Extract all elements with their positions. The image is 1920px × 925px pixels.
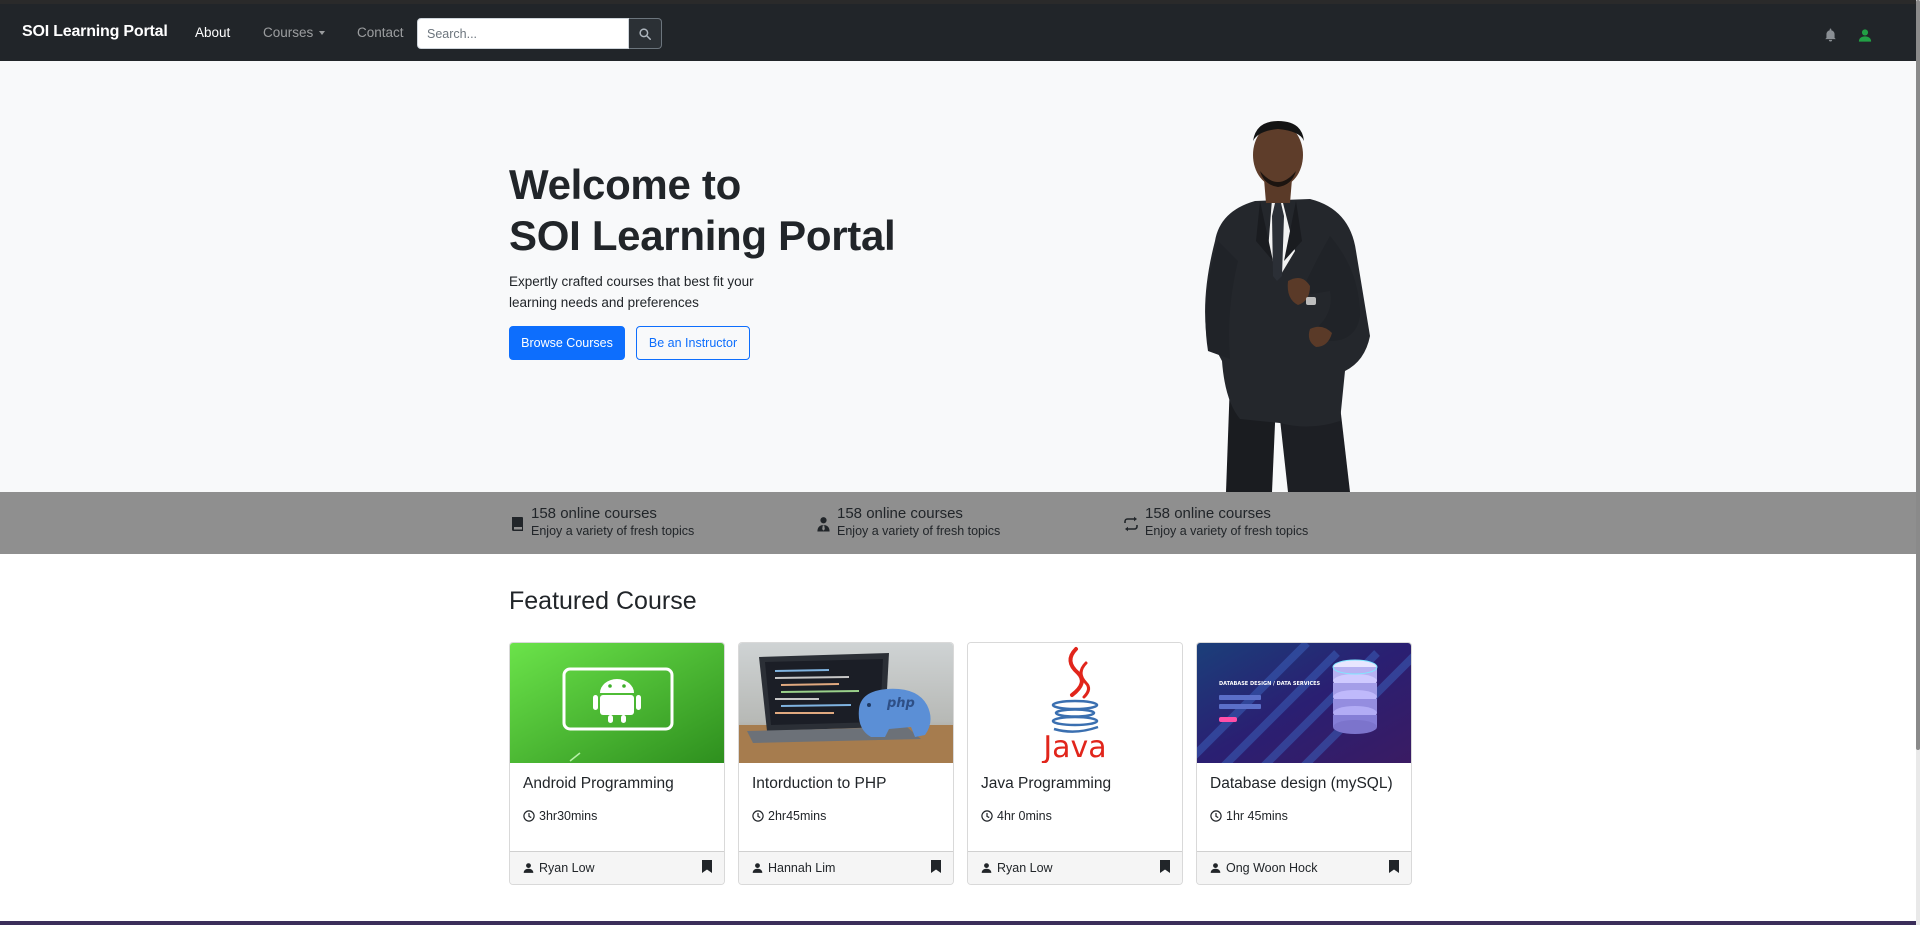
hero-title-line1: Welcome to xyxy=(509,161,741,208)
person-icon xyxy=(981,862,992,874)
course-title[interactable]: Database design (mySQL) xyxy=(1210,775,1393,793)
java-logo-text: Java xyxy=(1041,730,1106,763)
duration-text: 1hr 45mins xyxy=(1226,809,1288,823)
author-name: Ryan Low xyxy=(997,861,1053,875)
nav-courses-label: Courses xyxy=(263,25,314,40)
hero-title-line2: SOI Learning Portal xyxy=(509,212,896,259)
search-input[interactable] xyxy=(417,18,629,49)
scrollbar-thumb[interactable] xyxy=(1916,0,1920,750)
card-footer: Ryan Low xyxy=(968,851,1182,884)
database-illustration-image: DATABASE DESIGN / DATA SERVICES xyxy=(1197,643,1411,763)
duration-text: 3hr30mins xyxy=(539,809,598,823)
search-form xyxy=(417,18,662,49)
stat-item: 158 online courses Enjoy a variety of fr… xyxy=(509,505,694,540)
person-icon xyxy=(752,862,763,874)
course-title[interactable]: Android Programming xyxy=(523,775,674,793)
person-icon xyxy=(1210,862,1221,874)
card-footer: Ryan Low xyxy=(510,851,724,884)
course-author: Ong Woon Hock xyxy=(1210,861,1317,875)
course-thumbnail: php xyxy=(739,643,953,763)
clock-icon xyxy=(523,810,535,822)
course-thumbnail: DATABASE DESIGN / DATA SERVICES xyxy=(1197,643,1411,763)
author-name: Hannah Lim xyxy=(768,861,836,875)
stat-item: 158 online courses Enjoy a variety of fr… xyxy=(815,505,1000,540)
stat-text: 158 online courses Enjoy a variety of fr… xyxy=(1145,505,1308,540)
duration-text: 2hr45mins xyxy=(768,809,827,823)
hero-businessman-image xyxy=(1205,121,1370,492)
java-logo-image: Java xyxy=(968,643,1182,763)
php-logo-text: php xyxy=(886,696,915,711)
hero-title: Welcome to SOI Learning Portal xyxy=(509,159,896,261)
duration-text: 4hr 0mins xyxy=(997,809,1052,823)
course-card[interactable]: DATABASE DESIGN / DATA SERVICES Database… xyxy=(1196,642,1412,885)
clock-icon xyxy=(752,810,764,822)
course-thumbnail: Java xyxy=(968,643,1182,763)
course-card[interactable]: Android Programming 3hr30mins Ryan Low xyxy=(509,642,725,885)
card-footer: Hannah Lim xyxy=(739,851,953,884)
be-instructor-button[interactable]: Be an Instructor xyxy=(636,326,750,360)
bell-icon xyxy=(1824,28,1836,42)
course-duration: 1hr 45mins xyxy=(1210,809,1288,823)
card-footer: Ong Woon Hock xyxy=(1197,851,1411,884)
hero-subtitle: Expertly crafted courses that best fit y… xyxy=(509,274,754,310)
clock-icon xyxy=(1210,810,1222,822)
stat-text: 158 online courses Enjoy a variety of fr… xyxy=(837,505,1000,540)
course-card[interactable]: php Intorduction to PHP 2hr45mins Hannah… xyxy=(738,642,954,885)
author-name: Ryan Low xyxy=(539,861,595,875)
nav-courses-dropdown[interactable]: Courses xyxy=(263,25,326,40)
course-duration: 2hr45mins xyxy=(752,809,826,823)
bookmark-icon[interactable] xyxy=(931,860,941,873)
db-image-text: DATABASE DESIGN / DATA SERVICES xyxy=(1219,681,1321,687)
author-name: Ong Woon Hock xyxy=(1226,861,1318,875)
course-title[interactable]: Java Programming xyxy=(981,775,1111,793)
stat-desc: Enjoy a variety of fresh topics xyxy=(837,524,1001,538)
navbar: SOI Learning Portal About Courses Contac… xyxy=(0,0,1916,61)
chevron-down-icon xyxy=(319,31,326,36)
course-author: Ryan Low xyxy=(981,861,1053,875)
course-title[interactable]: Intorduction to PHP xyxy=(752,775,886,793)
brand-link[interactable]: SOI Learning Portal xyxy=(22,23,168,41)
stat-item: 158 online courses Enjoy a variety of fr… xyxy=(1123,505,1308,540)
browse-courses-button[interactable]: Browse Courses xyxy=(509,326,625,360)
book-icon xyxy=(509,514,525,534)
stat-title: 158 online courses xyxy=(837,505,963,522)
stat-title: 158 online courses xyxy=(531,505,657,522)
nav-contact[interactable]: Contact xyxy=(357,25,404,40)
featured-heading: Featured Course xyxy=(509,587,697,615)
course-duration: 3hr30mins xyxy=(523,809,597,823)
nav-about[interactable]: About xyxy=(195,25,230,40)
search-button[interactable] xyxy=(629,18,662,49)
stat-desc: Enjoy a variety of fresh topics xyxy=(1145,524,1309,538)
repeat-icon xyxy=(1123,514,1139,534)
stat-title: 158 online courses xyxy=(1145,505,1271,522)
course-thumbnail xyxy=(510,643,724,763)
clock-icon xyxy=(981,810,993,822)
stat-text: 158 online courses Enjoy a variety of fr… xyxy=(531,505,694,540)
page: SOI Learning Portal About Courses Contac… xyxy=(0,0,1916,925)
hero-section: Welcome to SOI Learning Portal Expertly … xyxy=(0,61,1916,492)
person-icon xyxy=(523,862,534,874)
course-card[interactable]: Java Java Programming 4hr 0mins Ryan Low xyxy=(967,642,1183,885)
android-logo-image xyxy=(510,643,724,763)
bookmark-icon[interactable] xyxy=(1160,860,1170,873)
course-duration: 4hr 0mins xyxy=(981,809,1052,823)
bottom-strip xyxy=(0,921,1916,925)
search-icon xyxy=(639,27,651,40)
instructor-icon xyxy=(815,514,831,534)
course-author: Ryan Low xyxy=(523,861,595,875)
user-menu-button[interactable] xyxy=(1857,27,1873,43)
php-elephant-laptop-image: php xyxy=(739,643,953,763)
user-icon xyxy=(1858,28,1872,42)
stats-bar: 158 online courses Enjoy a variety of fr… xyxy=(0,492,1916,554)
bookmark-icon[interactable] xyxy=(702,860,712,873)
stat-desc: Enjoy a variety of fresh topics xyxy=(531,524,695,538)
notifications-button[interactable] xyxy=(1822,27,1838,43)
bookmark-icon[interactable] xyxy=(1389,860,1399,873)
course-author: Hannah Lim xyxy=(752,861,835,875)
